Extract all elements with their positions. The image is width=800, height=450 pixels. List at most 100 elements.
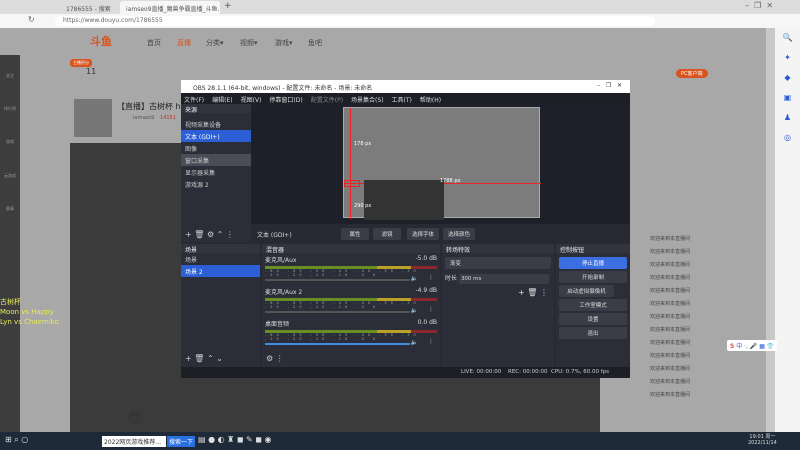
channel-name: 麦克风/Aux 2 <box>265 289 303 296</box>
transition-buttons[interactable]: + 🗑 ⋮ <box>442 284 554 301</box>
taskbar-search-button[interactable]: 搜索一下 <box>167 436 196 447</box>
edge-sidebar: 🔍 ✦ ◆ ▣ ♟ ◎ <box>775 28 800 432</box>
live-status: LIVE: 00:00:00 <box>461 369 502 375</box>
audio-mixer-panel: 混音器 麦克风/Aux -5.0 dB -60 -55 -50 -45 -40 -3… <box>262 244 440 367</box>
chat-message: 欢迎来到本直播间 <box>650 275 691 281</box>
chat-message: 欢迎来到本直播间 <box>650 353 691 359</box>
transitions-panel: 转场特效 渐变 时长 300 ms + 🗑 ⋮ <box>442 244 554 367</box>
select-color-button[interactable]: 选择颜色 <box>443 228 475 240</box>
properties-button[interactable]: 属性 <box>341 228 369 240</box>
start-virtual-camera-button[interactable]: 启动虚拟摄像机 <box>559 285 614 297</box>
selected-text-source[interactable] <box>344 180 360 187</box>
browser-tab-active[interactable]: iamseo9直播_魔兽争霸直播_斗鱼... <box>120 1 220 14</box>
speaker-icon[interactable]: 🔈 <box>411 275 418 282</box>
chat-message: 欢迎来到本直播间 <box>650 236 691 242</box>
select-font-button[interactable]: 选择字体 <box>407 228 439 240</box>
source-item[interactable]: 显示器采集 <box>181 166 251 178</box>
scene-item[interactable]: 场景 2 <box>181 265 260 277</box>
menu-tools[interactable]: 工具(T) <box>392 97 412 104</box>
distance-right: 1788 px <box>440 178 461 184</box>
streamer-name[interactable]: iamseo9 <box>133 115 154 121</box>
scene-item[interactable]: 场景 <box>181 253 260 265</box>
mixer-channel: 麦克风/Aux -5.0 dB -60 -55 -50 -45 -40 -35 -3… <box>262 253 440 285</box>
streamer-avatar[interactable] <box>74 99 112 137</box>
source-item[interactable]: 视频采集设备 <box>181 118 251 130</box>
preview-image[interactable]: 178 px 1788 px 290 px <box>343 107 541 220</box>
url-input[interactable]: https://www.douyu.com/1786555 <box>55 16 655 26</box>
mixer-channel: 桌面音频 0.0 dB -60 -55 -50 -45 -40 -35 -30 -2… <box>262 317 440 349</box>
level-badge: 主播积分 <box>70 59 92 67</box>
browser-tab[interactable]: 1786555 - 搜索 <box>60 1 117 14</box>
obs-title: OBS 28.1.1 (64-bit, windows) - 配置文件: 未命名… <box>193 85 373 92</box>
nav-games[interactable]: 游戏▾ <box>275 38 293 48</box>
chat-message: 欢迎来到本直播间 <box>650 366 691 372</box>
channel-db: -4.9 dB <box>415 287 437 294</box>
sidebar-ranking[interactable]: 排行榜 <box>2 106 18 112</box>
settings-button[interactable]: 设置 <box>559 313 627 325</box>
speaker-icon[interactable]: 🔈 <box>411 339 418 346</box>
sources-header: 来源 <box>181 104 251 114</box>
start-icon[interactable]: ⊞ ⌕ ○ <box>5 435 28 445</box>
nav-category[interactable]: 分类▾ <box>206 38 224 48</box>
menu-file[interactable]: 文件(F) <box>184 97 204 104</box>
distance-bottom: 290 px <box>354 203 372 209</box>
menu-view[interactable]: 视图(V) <box>241 97 262 104</box>
channel-menu-icon[interactable]: ⋮ <box>428 274 434 281</box>
edge-sidebar-icons[interactable]: 🔍 ✦ ◆ ▣ ♟ ◎ <box>775 28 800 148</box>
menu-profile[interactable]: 配置文件(P) <box>311 97 343 104</box>
windows-taskbar: ⊞ ⌕ ○ 2022网页游戏推荐... 搜索一下 ▤ ● ◐ ♜ ◼ ✎ ◼ ◉… <box>0 432 800 450</box>
exit-button[interactable]: 退出 <box>559 327 627 339</box>
source-item[interactable]: 游戏源 2 <box>181 178 251 190</box>
menu-help[interactable]: 帮助(H) <box>420 97 441 104</box>
nav-video[interactable]: 视频▾ <box>240 38 258 48</box>
chat-message: 欢迎来到本直播间 <box>650 301 691 307</box>
channel-menu-icon[interactable]: ⋮ <box>428 338 434 345</box>
obs-window-controls[interactable]: – ❐ ✕ <box>597 82 622 89</box>
sidebar-events[interactable]: 赛事 <box>2 206 18 212</box>
taskbar-search-box[interactable]: 2022网页游戏推荐... <box>102 436 166 447</box>
nav-home[interactable]: 首页 <box>147 38 161 48</box>
preview-canvas[interactable]: 178 px 1788 px 290 px <box>251 104 630 224</box>
stream-overlay-text: 古树杯 Moon vs Happy Lyn vs Chaemiko <box>0 297 59 327</box>
douyu-logo[interactable]: 斗鱼 <box>90 33 112 49</box>
source-item[interactable]: 窗口采集 <box>181 154 251 166</box>
channel-name: 桌面音频 <box>265 321 290 328</box>
sogou-ime-toolbar[interactable]: S 中 ·, 🎤 ▦ 👕 <box>727 340 778 351</box>
sidebar-games[interactable]: 游戏 <box>2 139 18 145</box>
channel-name: 麦克风/Aux <box>265 257 297 264</box>
taskbar-app-icons[interactable]: ▤ ● ◐ ♜ ◼ ✎ ◼ ◉ <box>198 435 271 444</box>
sun-emoji-icon: 😎 <box>128 410 143 426</box>
transition-select[interactable]: 渐变 <box>445 257 551 269</box>
reload-icon[interactable]: ↻ <box>28 15 35 24</box>
menu-docks[interactable]: 停靠窗口(D) <box>269 97 302 104</box>
distance-top: 178 px <box>354 141 372 147</box>
sidebar-follow[interactable]: 关注 <box>2 73 18 79</box>
menu-scene-collection[interactable]: 场景集合(S) <box>351 97 384 104</box>
browser-tab-bar: 1786555 - 搜索 iamseo9直播_魔兽争霸直播_斗鱼... + – … <box>0 0 800 14</box>
filters-button[interactable]: 滤镜 <box>373 228 401 240</box>
channel-menu-icon[interactable]: ⋮ <box>428 306 434 313</box>
page-scrollbar[interactable] <box>766 28 775 432</box>
scene-toolbar-buttons[interactable]: + 🗑 ⌃ ⌄ <box>185 354 223 363</box>
start-recording-button[interactable]: 开始录制 <box>559 271 627 283</box>
nav-live[interactable]: 直播 <box>177 38 191 48</box>
controls-panel: 控制按钮 停止直播 开始录制 启动虚拟摄像机 工作室模式 设置 退出 <box>556 244 630 367</box>
duration-input[interactable]: 300 ms <box>458 274 549 284</box>
sidebar-cloud-games[interactable]: 云游戏 <box>2 173 18 179</box>
menu-edit[interactable]: 编辑(E) <box>212 97 232 104</box>
studio-mode-button[interactable]: 工作室模式 <box>559 299 627 311</box>
speaker-icon[interactable]: 🔈 <box>411 307 418 314</box>
obs-window: OBS 28.1.1 (64-bit, windows) - 配置文件: 未命名… <box>181 80 630 378</box>
mixer-toolbar-buttons[interactable]: ⚙ ⋮ <box>266 354 284 363</box>
pc-client-button[interactable]: PC客户端 <box>676 69 708 78</box>
taskbar-clock[interactable]: 19:01 周一 2022/11/14 <box>748 433 777 446</box>
source-item[interactable]: 图像 <box>181 142 251 154</box>
controls-header: 控制按钮 <box>556 244 630 254</box>
window-controls[interactable]: – ❐ ✕ <box>745 1 773 10</box>
new-tab-icon[interactable]: + <box>224 1 232 11</box>
stop-streaming-button[interactable]: 停止直播 <box>559 257 627 269</box>
level-value: 11 <box>86 67 97 76</box>
source-toolbar-buttons[interactable]: + 🗑 ⚙ ⌃ ⋮ <box>185 230 234 239</box>
nav-yuba[interactable]: 鱼吧 <box>308 38 322 48</box>
source-item[interactable]: 文本 (GDI+) <box>181 130 251 142</box>
